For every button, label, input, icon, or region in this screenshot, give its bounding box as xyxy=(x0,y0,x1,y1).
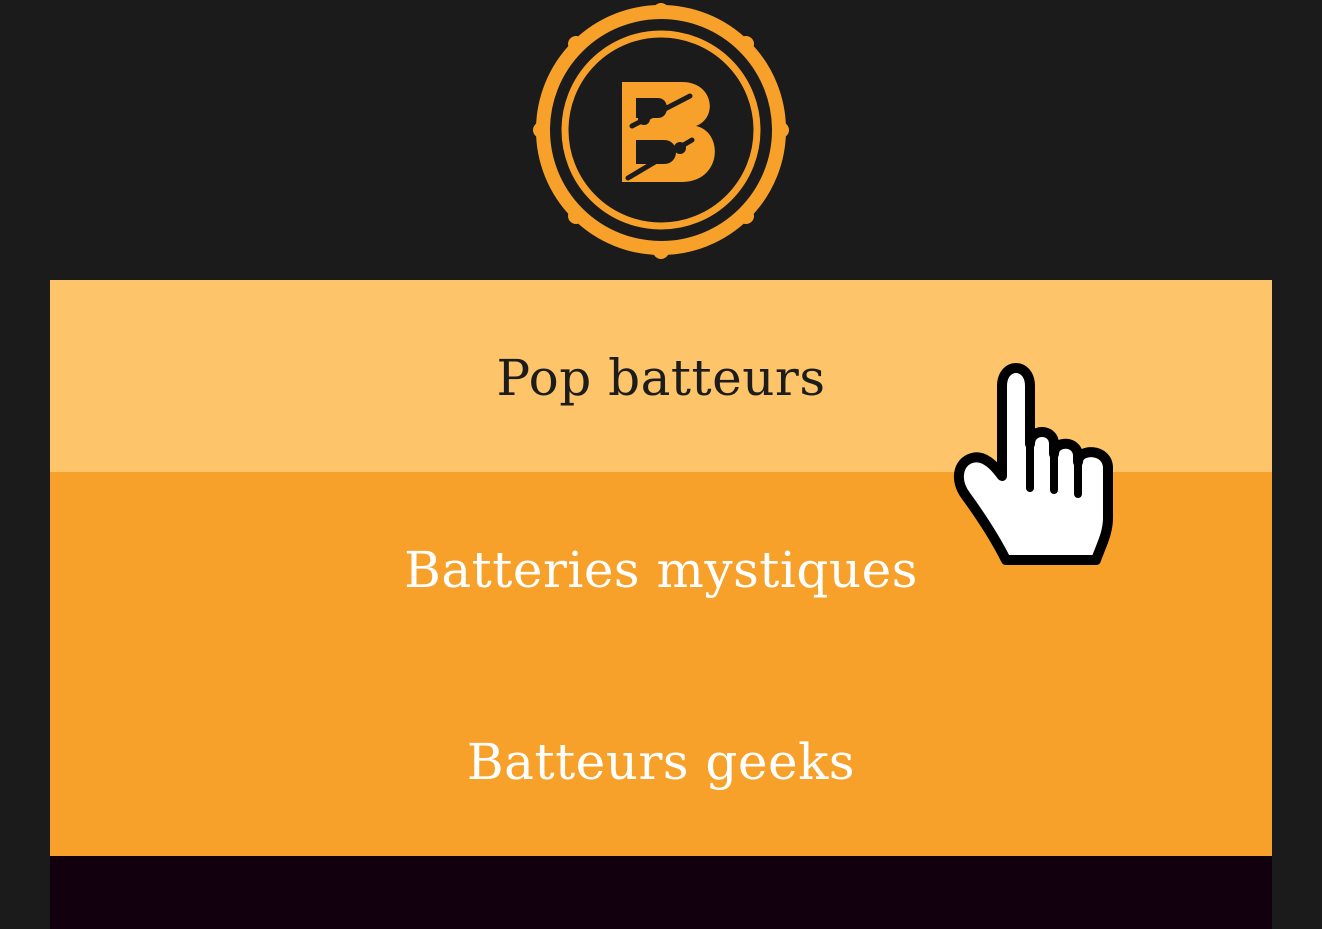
menu-item-label: Batteries mystiques xyxy=(404,541,918,599)
footer-band xyxy=(50,856,1272,929)
menu-item-pop-batteurs[interactable]: Pop batteurs xyxy=(50,280,1272,472)
menu-item-batteries-mystiques[interactable]: Batteries mystiques xyxy=(50,472,1272,664)
drum-b-logo-icon xyxy=(533,3,789,259)
menu-item-label: Batteurs geeks xyxy=(466,733,856,791)
menu-item-label: Pop batteurs xyxy=(496,349,826,407)
brand-logo[interactable] xyxy=(532,0,790,262)
menu-item-batteurs-geeks[interactable]: Batteurs geeks xyxy=(50,664,1272,856)
category-menu: Pop batteurs Batteries mystiques Batteur… xyxy=(50,280,1272,856)
